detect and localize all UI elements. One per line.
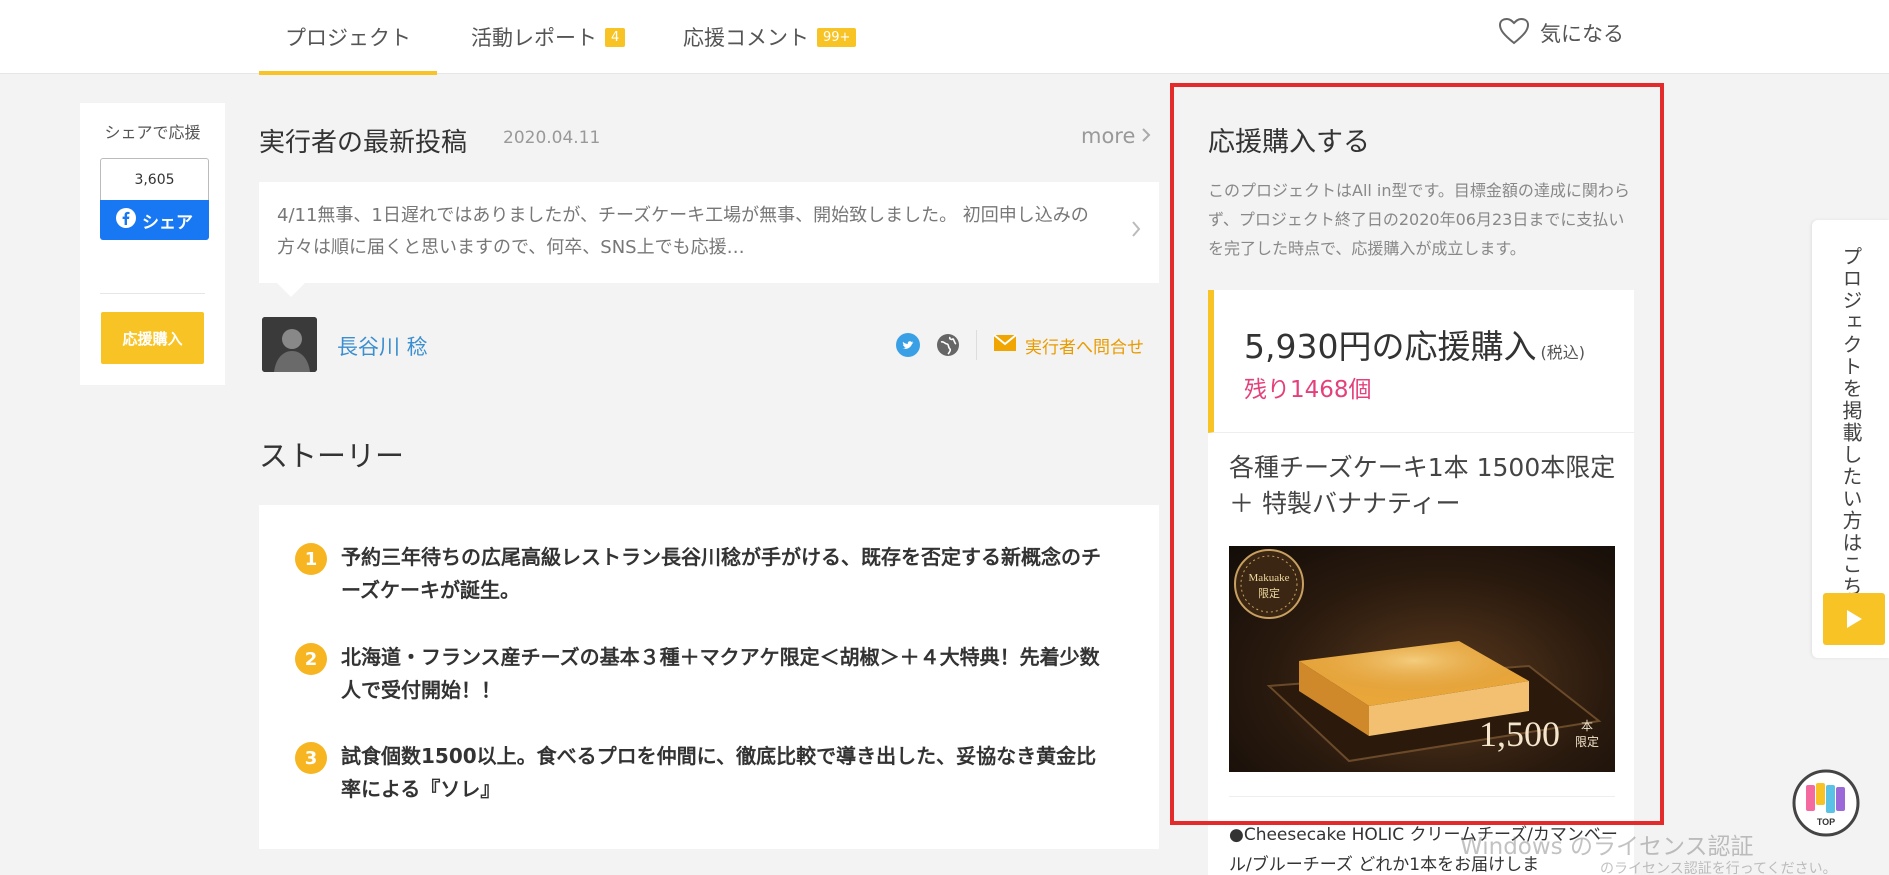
page: プロジェクト 活動レポート 4 応援コメント 99+ 気になる シェアで応援 3… <box>0 0 1889 875</box>
tab-comments[interactable]: 応援コメント 99+ <box>683 0 857 74</box>
story-number-badge: 3 <box>295 742 327 774</box>
purchase-title: 応援購入する <box>1208 127 1370 158</box>
more-link[interactable]: more <box>1081 124 1151 148</box>
top-navigation: プロジェクト 活動レポート 4 応援コメント 99+ 気になる <box>0 0 1889 75</box>
image-count-unit2: 限定 <box>1575 734 1599 749</box>
badge-text-2: 限定 <box>1258 586 1280 600</box>
latest-post-title: 実行者の最新投稿 <box>259 128 468 158</box>
story-item: 3 試食個数1500以上。食べるプロを仲間に、徹底比較で導き出した、妥協なき黄金… <box>295 740 1115 806</box>
play-icon[interactable] <box>1823 593 1885 645</box>
divider <box>976 330 977 360</box>
latest-post-card[interactable]: 4/11無事、1日遅れではありましたが、チーズケーキ工場が無事、開始致しました。… <box>259 182 1159 297</box>
reward-tax-label: (税込) <box>1540 343 1585 362</box>
story-number-badge: 2 <box>295 643 327 675</box>
tab-badge: 4 <box>605 27 626 47</box>
story-item: 1 予約三年待ちの広尾高級レストラン長谷川稔が手がける、既存を否定する新概念のチ… <box>295 541 1115 607</box>
divider <box>100 293 205 294</box>
globe-icon[interactable] <box>936 333 960 361</box>
reward-name: 各種チーズケーキ1本 1500本限定 ＋ 特製バナナティー <box>1229 453 1616 518</box>
latest-post-text: 4/11無事、1日遅れではありましたが、チーズケーキ工場が無事、開始致しました。… <box>277 205 1089 258</box>
image-count: 1,500 <box>1479 714 1560 754</box>
share-box: シェアで応援 3,605 シェア 応援購入 <box>80 103 225 385</box>
reward-remaining: 残り1468個 <box>1244 377 1372 403</box>
side-tab-label: プロジェクトを掲載したい方はこちら <box>1839 246 1863 620</box>
reward-card[interactable]: 5,930円の応援購入 (税込) 残り1468個 各種チーズケーキ1本 1500本… <box>1208 290 1634 875</box>
favorite-button[interactable]: 気になる <box>1498 0 1624 66</box>
tab-label: プロジェクト <box>285 26 411 50</box>
contact-creator-label: 実行者へ問合せ <box>1025 338 1144 358</box>
chevron-right-icon <box>1141 124 1151 148</box>
top-label: TOP <box>1817 817 1835 827</box>
more-label: more <box>1081 124 1136 148</box>
divider <box>1229 796 1615 797</box>
badge-text-1: Makuake <box>1249 572 1290 584</box>
reward-image: Makuake 限定 1,500 本 限定 <box>1229 546 1615 772</box>
image-count-unit: 本 <box>1581 719 1593 733</box>
story-highlights: 1 予約三年待ちの広尾高級レストラン長谷川稔が手がける、既存を否定する新概念のチ… <box>259 505 1159 849</box>
facebook-icon <box>116 207 136 233</box>
share-count: 3,605 <box>100 158 209 200</box>
reward-header: 5,930円の応援購入 (税込) 残り1468個 <box>1208 290 1634 433</box>
author-avatar[interactable] <box>262 317 317 372</box>
tab-badge: 99+ <box>817 27 857 47</box>
reward-price-text: 5,930円の応援購入 <box>1244 327 1537 366</box>
story-title: ストーリー <box>259 439 405 473</box>
tab-label: 応援コメント <box>683 26 809 50</box>
favorite-label: 気になる <box>1540 22 1624 46</box>
tab-activity-report[interactable]: 活動レポート 4 <box>471 0 626 74</box>
story-item-text: 予約三年待ちの広尾高級レストラン長谷川稔が手がける、既存を否定する新概念のチーズ… <box>341 545 1101 602</box>
story-number-badge: 1 <box>295 543 327 575</box>
windows-activation-watermark: Windows のライセンス認証 <box>1460 834 1754 860</box>
latest-post-date: 2020.04.11 <box>503 128 601 148</box>
tab-project[interactable]: プロジェクト <box>259 0 437 75</box>
facebook-share-label: シェア <box>142 212 193 233</box>
mail-icon <box>993 334 1017 357</box>
share-title: シェアで応援 <box>104 123 201 142</box>
author-name[interactable]: 長谷川 稔 <box>337 331 428 361</box>
contact-creator-link[interactable]: 実行者へ問合せ <box>993 333 1144 358</box>
listing-side-tab[interactable]: プロジェクトを掲載したい方はこちら <box>1812 220 1889 658</box>
heart-icon <box>1498 17 1530 50</box>
support-purchase-button[interactable]: 応援購入 <box>101 312 204 364</box>
story-item-text: 北海道・フランス産チーズの基本３種＋マクアケ限定＜胡椒＞＋４大特典！先着少数人で… <box>341 645 1100 702</box>
story-item: 2 北海道・フランス産チーズの基本３種＋マクアケ限定＜胡椒＞＋４大特典！先着少数… <box>295 641 1115 707</box>
chevron-right-icon <box>1131 220 1141 242</box>
avatar-image <box>262 317 317 372</box>
story-item-text: 試食個数1500以上。食べるプロを仲間に、徹底比較で導き出した、妥協なき黄金比率… <box>341 744 1097 801</box>
purchase-description: このプロジェクトはAll in型です。目標金額の達成に関わらず、プロジェクト終了… <box>1208 181 1630 258</box>
twitter-icon[interactable] <box>896 333 920 361</box>
facebook-share-button[interactable]: シェア <box>100 200 209 240</box>
reward-price: 5,930円の応援購入 (税込) <box>1244 320 1585 368</box>
tab-label: 活動レポート <box>471 26 597 50</box>
back-to-top-button[interactable]: TOP <box>1792 769 1860 837</box>
windows-activation-subtext: のライセンス認証を行ってください。 <box>1600 861 1837 875</box>
